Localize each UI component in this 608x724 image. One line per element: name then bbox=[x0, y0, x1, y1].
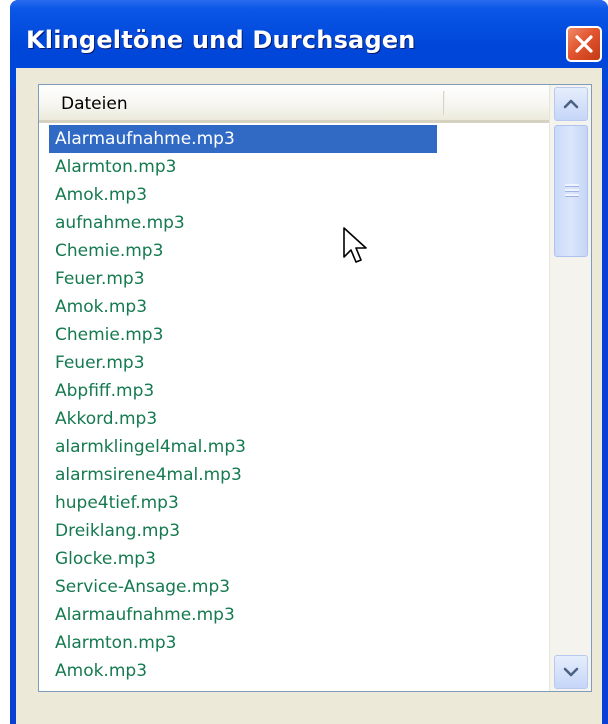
dialog-client-area: Dateien Alarmaufnahme.mp3 Alarmton.mp3 Amo… bbox=[16, 68, 602, 724]
mouse-pointer-icon bbox=[343, 227, 367, 263]
list-item[interactable]: Chemie.mp3 bbox=[49, 321, 549, 349]
close-button[interactable] bbox=[566, 26, 602, 62]
list-item[interactable]: Amok.mp3 bbox=[49, 293, 549, 321]
list-item[interactable]: Abpfiff.mp3 bbox=[49, 377, 549, 405]
chevron-down-icon bbox=[563, 667, 579, 677]
chevron-up-icon bbox=[563, 99, 579, 109]
column-divider[interactable] bbox=[443, 91, 445, 115]
list-item[interactable]: Alarmton.mp3 bbox=[49, 153, 549, 181]
vertical-scrollbar[interactable] bbox=[549, 85, 591, 691]
thumb-grip-line bbox=[565, 194, 579, 197]
list-item[interactable]: Glocke.mp3 bbox=[49, 545, 549, 573]
file-list-items: Alarmaufnahme.mp3 Alarmton.mp3 Amok.mp3 auf… bbox=[49, 125, 549, 685]
list-item[interactable]: Amok.mp3 bbox=[49, 181, 549, 209]
window-title: Klingeltöne und Durchsagen bbox=[26, 26, 416, 54]
scroll-up-button[interactable] bbox=[554, 87, 588, 121]
list-item[interactable]: Service-Ansage.mp3 bbox=[49, 573, 549, 601]
list-item[interactable]: alarmklingel4mal.mp3 bbox=[49, 433, 549, 461]
list-item[interactable]: Alarmaufnahme.mp3 bbox=[49, 601, 549, 629]
thumb-grip-line bbox=[565, 184, 579, 187]
scroll-down-button[interactable] bbox=[554, 655, 588, 689]
close-icon bbox=[575, 35, 593, 53]
list-item[interactable]: Alarmton.mp3 bbox=[49, 629, 549, 657]
list-item[interactable]: Akkord.mp3 bbox=[49, 405, 549, 433]
list-item[interactable]: Feuer.mp3 bbox=[49, 265, 549, 293]
list-item[interactable]: Amok.mp3 bbox=[49, 657, 549, 685]
column-header-label: Dateien bbox=[61, 94, 128, 114]
thumb-grip-line bbox=[565, 189, 579, 192]
scroll-thumb[interactable] bbox=[554, 125, 588, 257]
list-item[interactable]: aufnahme.mp3 bbox=[49, 209, 549, 237]
list-item[interactable]: Feuer.mp3 bbox=[49, 349, 549, 377]
dialog-window: Klingeltöne und Durchsagen Dateien Alarm… bbox=[10, 0, 608, 724]
list-item[interactable]: alarmsirene4mal.mp3 bbox=[49, 461, 549, 489]
file-list[interactable]: Dateien Alarmaufnahme.mp3 Alarmton.mp3 Amo… bbox=[38, 84, 592, 692]
list-item[interactable]: Dreiklang.mp3 bbox=[49, 517, 549, 545]
column-header[interactable]: Dateien bbox=[39, 85, 549, 123]
list-item[interactable]: Alarmaufnahme.mp3 bbox=[49, 125, 437, 153]
list-item[interactable]: Chemie.mp3 bbox=[49, 237, 549, 265]
list-item[interactable]: hupe4tief.mp3 bbox=[49, 489, 549, 517]
